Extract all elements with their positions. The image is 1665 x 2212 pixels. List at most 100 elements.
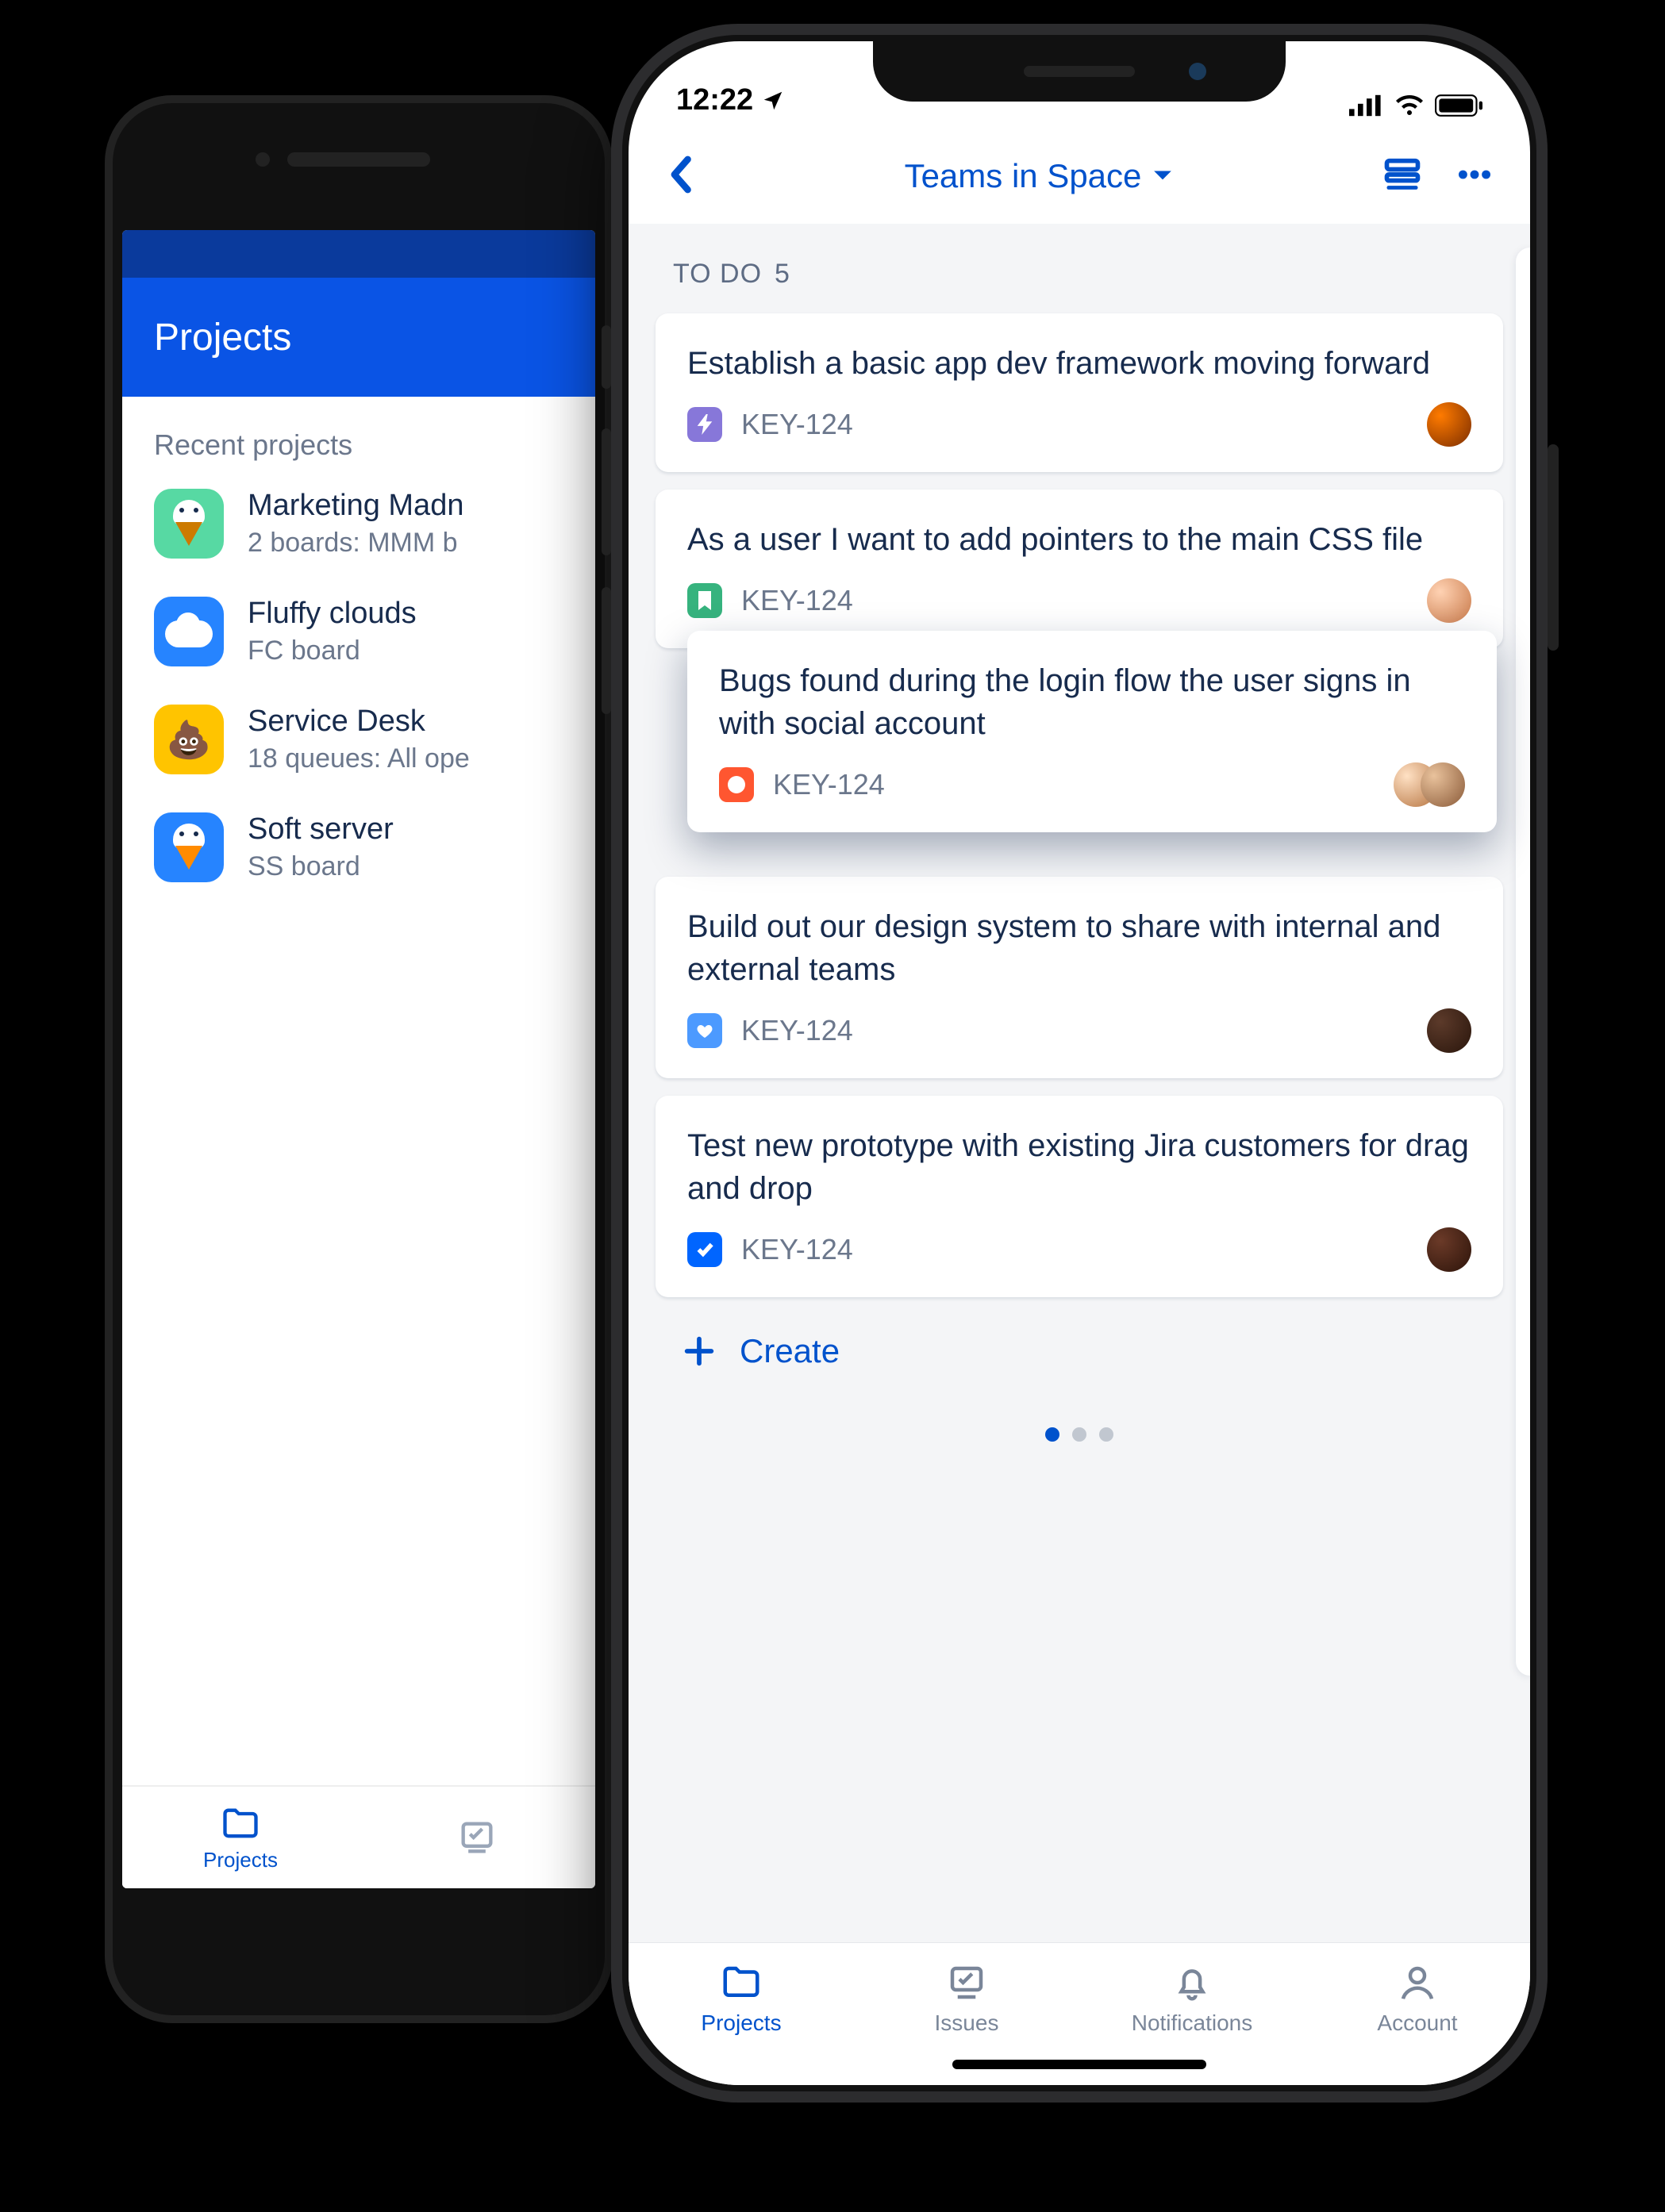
nav-issues[interactable] <box>359 1787 595 1888</box>
column-count: 5 <box>775 259 790 290</box>
project-subtitle: FC board <box>248 636 417 666</box>
project-title: Marketing Madn <box>248 489 463 523</box>
issue-type-improvement-icon <box>687 1013 722 1048</box>
issue-title: Test new prototype with existing Jira cu… <box>687 1124 1471 1210</box>
bell-icon <box>1171 1961 1213 2004</box>
page-dot[interactable] <box>1072 1427 1086 1442</box>
issue-key: KEY-124 <box>741 408 853 441</box>
plus-icon <box>681 1333 717 1369</box>
android-speaker <box>287 152 430 167</box>
project-avatar-icon: 💩 <box>154 705 224 774</box>
folder-icon <box>220 1803 261 1845</box>
project-subtitle: 18 queues: All ope <box>248 743 470 774</box>
issue-title: Establish a basic app dev framework movi… <box>687 342 1471 385</box>
issues-icon <box>456 1817 498 1858</box>
android-status-bar <box>122 230 595 278</box>
project-avatar-icon <box>154 812 224 882</box>
project-item-servicedesk[interactable]: 💩 Service Desk 18 queues: All ope <box>122 685 595 793</box>
android-app-bar: Projects <box>122 278 595 397</box>
tab-label: Notifications <box>1132 2010 1253 2036</box>
android-bottom-nav: Projects <box>122 1785 595 1888</box>
issue-card-dragging[interactable]: Bugs found during the login flow the use… <box>687 631 1497 832</box>
project-title: Soft server <box>248 812 394 847</box>
android-phone-frame: Projects Recent projects Marketing Madn … <box>105 95 613 2023</box>
column-header: TO DO 5 <box>656 248 1503 313</box>
board-switcher[interactable]: Teams in Space <box>905 157 1174 195</box>
iphone-notch <box>873 41 1286 102</box>
android-app-title: Projects <box>154 316 291 359</box>
recent-projects-heading: Recent projects <box>122 397 595 470</box>
tab-label: Account <box>1377 2010 1457 2036</box>
volume-up-button <box>602 428 611 555</box>
project-item-fluffy[interactable]: Fluffy clouds FC board <box>122 578 595 685</box>
nav-projects[interactable]: Projects <box>122 1787 359 1888</box>
assignee-avatars <box>1394 762 1465 807</box>
issue-type-epic-icon <box>687 407 722 442</box>
tab-label: Issues <box>935 2010 999 2036</box>
assignee-avatar <box>1427 1227 1471 1272</box>
project-subtitle: SS board <box>248 851 394 882</box>
page-dot-active[interactable] <box>1045 1427 1059 1442</box>
issue-type-bug-icon <box>719 767 754 802</box>
assignee-avatar <box>1421 762 1465 807</box>
board-title: Teams in Space <box>905 157 1142 195</box>
board-column: TO DO 5 Establish a basic app dev framew… <box>629 224 1530 1942</box>
board-icon <box>1382 154 1423 195</box>
tab-account[interactable]: Account <box>1305 1943 1530 2053</box>
project-item-marketing[interactable]: Marketing Madn 2 boards: MMM b <box>122 470 595 578</box>
issue-card[interactable]: Test new prototype with existing Jira cu… <box>656 1096 1503 1297</box>
issue-title: Build out our design system to share wit… <box>687 905 1471 991</box>
next-column-peek[interactable] <box>1516 248 1530 1676</box>
issue-card[interactable]: Build out our design system to share wit… <box>656 877 1503 1078</box>
project-item-softserver[interactable]: Soft server SS board <box>122 793 595 901</box>
board-layout-button[interactable] <box>1382 154 1423 199</box>
location-icon <box>761 89 785 113</box>
issues-icon <box>945 1961 988 2004</box>
cellular-icon <box>1349 94 1384 117</box>
issue-card[interactable]: As a user I want to add pointers to the … <box>656 490 1503 648</box>
column-label: TO DO <box>673 259 762 290</box>
project-subtitle: 2 boards: MMM b <box>248 528 463 559</box>
project-list: Marketing Madn 2 boards: MMM b Fluffy cl… <box>122 470 595 1785</box>
create-issue-button[interactable]: Create <box>656 1315 1503 1380</box>
nav-label: Projects <box>203 1848 278 1872</box>
side-button <box>1548 444 1559 651</box>
more-horizontal-icon <box>1455 155 1494 194</box>
nav-bar: Teams in Space <box>629 129 1530 224</box>
issue-key: KEY-124 <box>741 584 853 617</box>
assignee-avatar <box>1427 1008 1471 1053</box>
issue-key: KEY-124 <box>741 1014 853 1047</box>
tab-notifications[interactable]: Notifications <box>1079 1943 1305 2053</box>
tab-issues[interactable]: Issues <box>854 1943 1079 2053</box>
tab-projects[interactable]: Projects <box>629 1943 854 2053</box>
card-list: Establish a basic app dev framework movi… <box>656 313 1503 1380</box>
assignee-avatar <box>1427 402 1471 447</box>
column-pagination <box>656 1380 1503 1461</box>
tab-label: Projects <box>701 2010 781 2036</box>
project-avatar-icon <box>154 489 224 559</box>
create-label: Create <box>740 1332 840 1370</box>
issue-type-story-icon <box>687 583 722 618</box>
issue-key: KEY-124 <box>773 768 885 801</box>
issue-card[interactable]: Establish a basic app dev framework movi… <box>656 313 1503 472</box>
battery-icon <box>1435 94 1482 117</box>
project-title: Fluffy clouds <box>248 597 417 631</box>
chevron-left-icon <box>664 156 696 194</box>
assignee-avatar <box>1427 578 1471 623</box>
project-avatar-icon <box>154 597 224 666</box>
account-icon <box>1396 1961 1439 2004</box>
mute-switch <box>602 325 611 389</box>
android-front-camera <box>256 152 270 167</box>
issue-title: As a user I want to add pointers to the … <box>687 518 1471 561</box>
issue-type-task-icon <box>687 1232 722 1267</box>
iphone-frame: 12:22 Teams in Space <box>611 24 1548 2103</box>
folder-icon <box>720 1961 763 2004</box>
chevron-down-icon <box>1152 168 1173 184</box>
project-title: Service Desk <box>248 705 470 739</box>
volume-down-button <box>602 587 611 714</box>
issue-title: Bugs found during the login flow the use… <box>719 659 1465 745</box>
back-button[interactable] <box>664 156 696 198</box>
more-button[interactable] <box>1455 155 1494 198</box>
home-indicator[interactable] <box>952 2060 1206 2069</box>
page-dot[interactable] <box>1099 1427 1113 1442</box>
